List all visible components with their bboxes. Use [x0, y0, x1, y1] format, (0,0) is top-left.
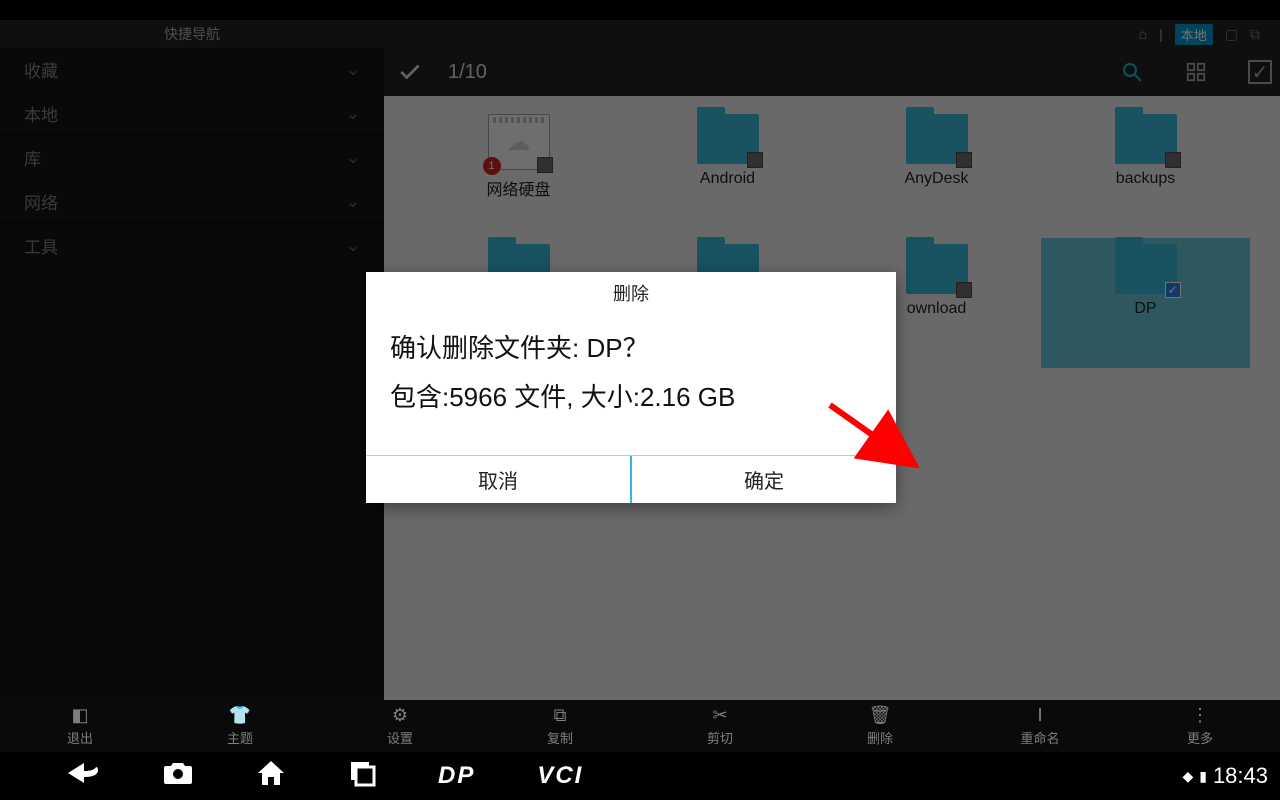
toolbar-cut[interactable]: ✂剪切 [640, 700, 800, 752]
bottom-toolbar: ◧退出 👕主题 ⚙设置 ⧉复制 ✂剪切 🗑删除 Ⅰ重命名 ⋮更多 [0, 700, 1280, 752]
toolbar-exit[interactable]: ◧退出 [0, 700, 160, 752]
dialog-message-line2: 包含:5966 文件, 大小:2.16 GB [390, 373, 872, 422]
battery-icon: ▮ [1199, 768, 1207, 785]
theme-icon: 👕 [229, 705, 251, 726]
vci-logo[interactable]: VCI [537, 762, 583, 790]
gear-icon: ⚙ [392, 705, 408, 726]
toolbar-more[interactable]: ⋮更多 [1120, 700, 1280, 752]
more-icon: ⋮ [1191, 705, 1209, 726]
trash-icon: 🗑 [869, 705, 892, 726]
toolbar-copy[interactable]: ⧉复制 [480, 700, 640, 752]
status-area[interactable]: ◆ ▮ 18:43 [1182, 763, 1280, 789]
back-icon[interactable] [66, 759, 100, 794]
toolbar-theme[interactable]: 👕主题 [160, 700, 320, 752]
system-nav-bar: DP VCI ◆ ▮ 18:43 [0, 752, 1280, 800]
dp-logo[interactable]: DP [438, 762, 475, 790]
home-icon[interactable] [256, 759, 286, 794]
dialog-message-line1: 确认删除文件夹: DP？ [390, 324, 872, 373]
dialog-body: 确认删除文件夹: DP？ 包含:5966 文件, 大小:2.16 GB [366, 314, 896, 455]
toolbar-settings[interactable]: ⚙设置 [320, 700, 480, 752]
cancel-button[interactable]: 取消 [366, 456, 630, 503]
toolbar-delete[interactable]: 🗑删除 [800, 700, 960, 752]
dialog-buttons: 取消 确定 [366, 455, 896, 503]
toolbar-rename[interactable]: Ⅰ重命名 [960, 700, 1120, 752]
ok-button[interactable]: 确定 [630, 456, 896, 503]
rename-icon: Ⅰ [1037, 705, 1042, 726]
camera-icon[interactable] [162, 760, 194, 793]
recent-apps-icon[interactable] [348, 759, 376, 794]
exit-icon: ◧ [71, 705, 88, 726]
wifi-icon: ◆ [1182, 768, 1193, 785]
cut-icon: ✂ [712, 705, 727, 726]
delete-dialog: 删除 确认删除文件夹: DP？ 包含:5966 文件, 大小:2.16 GB 取… [366, 272, 896, 503]
dialog-title: 删除 [366, 272, 896, 314]
clock: 18:43 [1213, 763, 1268, 789]
copy-icon: ⧉ [554, 705, 567, 726]
